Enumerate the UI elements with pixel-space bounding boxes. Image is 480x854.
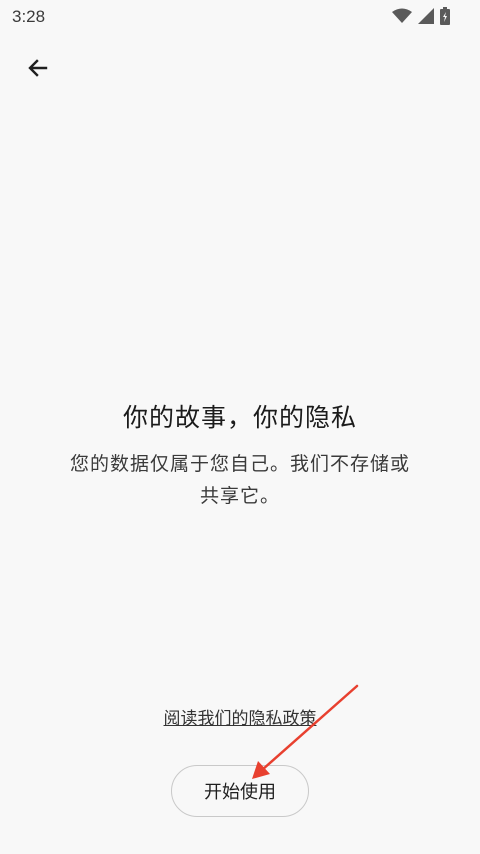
arrow-left-icon	[26, 56, 50, 84]
page-description: 您的数据仅属于您自己。我们不存储或共享它。	[70, 453, 411, 507]
privacy-policy-link[interactable]: 阅读我们的隐私政策	[0, 704, 480, 729]
status-bar: 3:28	[0, 0, 480, 36]
wifi-icon	[392, 8, 412, 28]
page-title: 你的故事，你的隐私	[122, 403, 357, 432]
status-icons	[392, 7, 450, 29]
start-button[interactable]: 开始使用	[171, 765, 309, 817]
back-button[interactable]	[18, 50, 58, 90]
status-time: 3:28	[12, 7, 46, 26]
cellular-signal-icon	[418, 8, 434, 28]
battery-icon	[440, 7, 450, 29]
intro-content: 你的故事，你的隐私 您的数据仅属于您自己。我们不存储或共享它。	[40, 398, 440, 512]
